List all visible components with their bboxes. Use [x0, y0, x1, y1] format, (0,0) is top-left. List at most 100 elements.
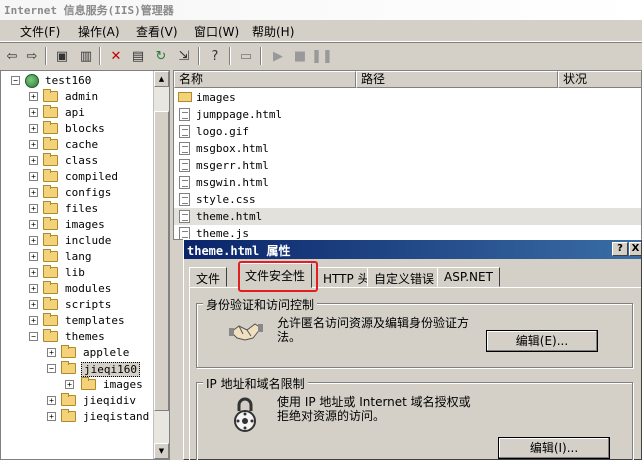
expand-icon[interactable]: + [29, 284, 38, 293]
auth-edit-button[interactable]: 编辑(E)... [486, 330, 598, 352]
title-bar: Internet 信息服务(IIS)管理器 [0, 0, 642, 20]
tree-item-cache[interactable]: + cache [1, 137, 161, 153]
menu-help[interactable]: 帮助(H) [252, 23, 294, 40]
expand-icon[interactable]: + [29, 300, 38, 309]
tree-item-lang[interactable]: + lang [1, 249, 161, 265]
list-item[interactable]: msgbox.html [174, 140, 641, 157]
expand-icon[interactable]: + [29, 156, 38, 165]
expand-icon[interactable]: + [65, 380, 74, 389]
menu-action[interactable]: 操作(A) [78, 23, 120, 40]
expand-icon[interactable]: + [29, 204, 38, 213]
forward-arrow-icon[interactable]: ⇨ [22, 46, 42, 66]
expand-icon[interactable]: + [29, 172, 38, 181]
collapse-icon[interactable]: − [47, 364, 56, 373]
column-header-name[interactable]: 名称 [174, 71, 356, 88]
tree-item-compiled[interactable]: + compiled [1, 169, 161, 185]
menu-view[interactable]: 查看(V) [136, 23, 178, 40]
tree-item-themes[interactable]: − themes [1, 329, 161, 345]
folder-icon [81, 377, 96, 390]
column-header-path[interactable]: 路径 [356, 71, 558, 88]
expand-icon[interactable]: + [47, 396, 56, 405]
play-icon[interactable]: ▶ [268, 46, 288, 66]
column-header-status[interactable]: 状况 [558, 71, 641, 88]
tree-item-configs[interactable]: + configs [1, 185, 161, 201]
expand-icon[interactable]: + [29, 236, 38, 245]
toolbar-separator [260, 47, 262, 65]
expand-icon[interactable]: + [29, 220, 38, 229]
folder-icon [43, 265, 58, 278]
toolbar: ⇦ ⇨ ▣ ▥ ✕ ▤ ↻ ⇲ ? ▭ ▶ ■ ❚❚ [0, 42, 642, 69]
tree-root[interactable]: − test160 [1, 73, 161, 89]
tab-custom-errors[interactable]: 自定义错误 [367, 267, 442, 287]
tree-item-class[interactable]: + class [1, 153, 161, 169]
collapse-icon[interactable]: − [29, 332, 38, 341]
tree-scrollbar[interactable]: ▲ ▼ [153, 71, 169, 459]
tree-item-templates[interactable]: + templates [1, 313, 161, 329]
list-item[interactable]: theme.js [174, 225, 641, 239]
tab-file[interactable]: 文件 [189, 267, 228, 287]
expand-icon[interactable]: + [47, 412, 56, 421]
scroll-up-icon[interactable]: ▲ [154, 71, 169, 87]
expand-icon[interactable]: + [29, 316, 38, 325]
ip-description-line1: 使用 IP 地址或 Internet 域名授权或 [277, 395, 471, 409]
list-item[interactable]: jumppage.html [174, 106, 641, 123]
tree-root-label: test160 [45, 74, 92, 87]
help-icon[interactable]: ? [205, 46, 225, 66]
list-item[interactable]: msgerr.html [174, 157, 641, 174]
tree-item-jieqi160[interactable]: − jieqi160 [1, 361, 161, 377]
refresh-icon[interactable]: ↻ [151, 46, 171, 66]
list-item[interactable]: msgwin.html [174, 174, 641, 191]
scroll-thumb[interactable] [154, 111, 169, 411]
expand-icon[interactable]: + [47, 348, 56, 357]
expand-icon[interactable]: + [29, 92, 38, 101]
tree-item-jieqistand[interactable]: + jieqistand [1, 409, 161, 425]
list-item-name: jumppage.html [196, 108, 283, 121]
show-tree-icon[interactable]: ▥ [76, 46, 96, 66]
website-globe-icon [25, 74, 39, 88]
export-icon[interactable]: ⇲ [174, 46, 194, 66]
tab-file-security[interactable]: 文件安全性 [238, 263, 313, 288]
pause-icon[interactable]: ❚❚ [311, 46, 333, 66]
ip-edit-button[interactable]: 编辑(I)... [498, 437, 610, 459]
expand-icon[interactable]: + [29, 252, 38, 261]
scroll-down-icon[interactable]: ▼ [154, 443, 169, 459]
list-item-name: logo.gif [196, 125, 249, 138]
expand-icon[interactable]: + [29, 188, 38, 197]
tree-item-label: modules [65, 282, 112, 295]
tree-item-images[interactable]: + images [1, 217, 161, 233]
file-icon [179, 159, 190, 172]
expand-icon[interactable]: + [29, 108, 38, 117]
tree-item-jieqidiv[interactable]: + jieqidiv [1, 393, 161, 409]
up-folder-icon[interactable]: ▣ [52, 46, 72, 66]
list-item[interactable]: images [174, 89, 641, 106]
tree-item-blocks[interactable]: + blocks [1, 121, 161, 137]
back-arrow-icon[interactable]: ⇦ [2, 46, 22, 66]
delete-icon[interactable]: ✕ [106, 46, 126, 66]
dialog-title-bar: theme.html 属性 ? X [184, 240, 641, 259]
tree-item-label: templates [65, 314, 125, 327]
tab-aspnet[interactable]: ASP.NET [437, 267, 500, 287]
stop-icon[interactable]: ■ [290, 46, 310, 66]
collapse-icon[interactable]: − [11, 76, 20, 85]
tree-item-images-sub[interactable]: + images [1, 377, 161, 393]
tree-item-modules[interactable]: + modules [1, 281, 161, 297]
tree-item-scripts[interactable]: + scripts [1, 297, 161, 313]
list-item[interactable]: theme.html [174, 208, 641, 225]
tree-item-api[interactable]: + api [1, 105, 161, 121]
expand-icon[interactable]: + [29, 140, 38, 149]
list-item[interactable]: logo.gif [174, 123, 641, 140]
tree-item-lib[interactable]: + lib [1, 265, 161, 281]
close-button[interactable]: X [629, 242, 641, 256]
tree-item-files[interactable]: + files [1, 201, 161, 217]
properties-icon[interactable]: ▤ [128, 46, 148, 66]
tree-item-admin[interactable]: + admin [1, 89, 161, 105]
list-item[interactable]: style.css [174, 191, 641, 208]
tree-item-applele[interactable]: + applele [1, 345, 161, 361]
server-icon[interactable]: ▭ [236, 46, 256, 66]
help-button[interactable]: ? [612, 242, 628, 256]
tree-item-include[interactable]: + include [1, 233, 161, 249]
expand-icon[interactable]: + [29, 268, 38, 277]
menu-window[interactable]: 窗口(W) [194, 23, 239, 40]
menu-file[interactable]: 文件(F) [20, 23, 60, 40]
expand-icon[interactable]: + [29, 124, 38, 133]
